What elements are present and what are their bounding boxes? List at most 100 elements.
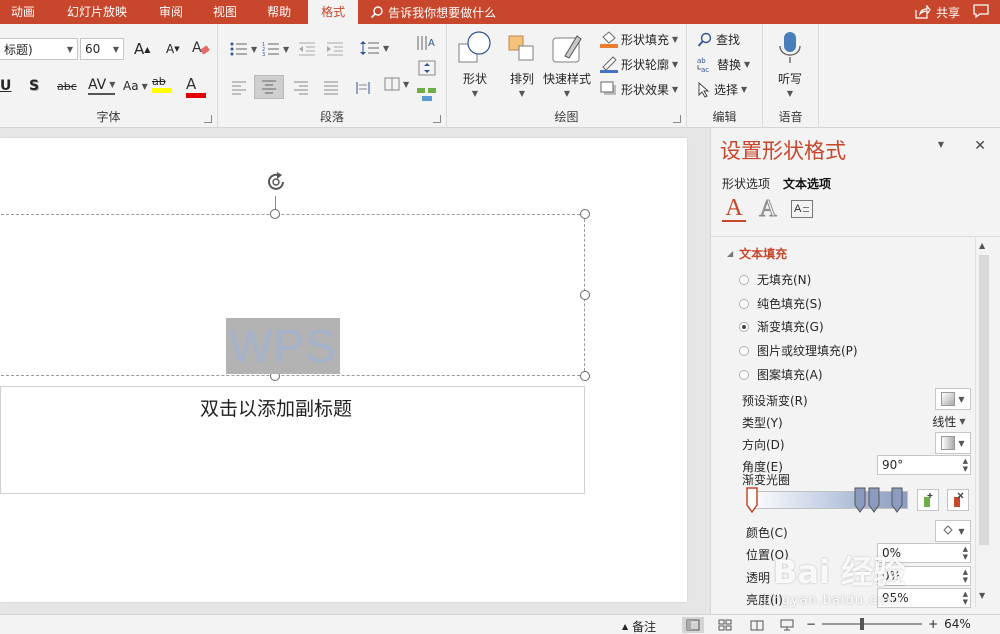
- shape-outline-button[interactable]: 形状轮廓 ▼: [599, 55, 678, 73]
- zoom-in-icon[interactable]: +: [928, 617, 938, 631]
- change-case-button[interactable]: Aa ▼: [123, 79, 148, 93]
- notes-button[interactable]: ▲ 备注: [622, 618, 656, 634]
- comments-button[interactable]: [972, 3, 990, 22]
- increase-indent-button[interactable]: [326, 42, 344, 56]
- resize-handle-top-middle[interactable]: [270, 209, 280, 219]
- gradient-stop-bar[interactable]: [748, 491, 908, 509]
- paragraph-dialog-launcher-icon[interactable]: [433, 115, 441, 123]
- tab-format[interactable]: 格式: [308, 0, 359, 24]
- shape-fill-button[interactable]: 形状填充 ▼: [599, 30, 678, 48]
- radio-pattern-fill[interactable]: 图案填充(A): [739, 366, 823, 383]
- zoom-out-icon[interactable]: −: [806, 617, 816, 631]
- replace-button[interactable]: ab ac 替换 ▼: [697, 56, 750, 73]
- radio-circle[interactable]: [739, 274, 749, 285]
- text-effects-icon[interactable]: A: [756, 195, 780, 222]
- bullets-button[interactable]: ▼: [230, 42, 257, 56]
- character-spacing-button[interactable]: AV ▼: [88, 77, 116, 95]
- spin-arrows-icon[interactable]: ▲ ▼: [963, 457, 968, 473]
- grow-font-button[interactable]: A ▲: [134, 40, 150, 58]
- share-button[interactable]: 共享: [915, 0, 960, 24]
- direction-dropdown[interactable]: ▼: [935, 432, 971, 454]
- radio-picture-fill[interactable]: 图片或纹理填充(P): [739, 342, 858, 359]
- distributed-button[interactable]: [352, 77, 374, 99]
- radio-circle-checked[interactable]: [739, 321, 749, 332]
- arrange-button[interactable]: 排列 ▼: [505, 30, 539, 98]
- convert-smartart-button[interactable]: [416, 86, 438, 102]
- shapes-button[interactable]: 形状 ▼: [457, 30, 493, 98]
- spin-arrows-icon[interactable]: ▲ ▼: [963, 545, 968, 561]
- font-name-select[interactable]: 标题) ▼: [0, 38, 78, 60]
- spin-arrows-icon[interactable]: ▲ ▼: [963, 568, 968, 584]
- columns-button[interactable]: ▼: [384, 77, 409, 91]
- slideshow-view-button[interactable]: [776, 617, 798, 633]
- gradient-stop[interactable]: [854, 487, 866, 513]
- preset-gradient-dropdown[interactable]: ▼: [935, 388, 971, 410]
- text-shadow-button[interactable]: S: [29, 78, 39, 94]
- align-right-button[interactable]: [290, 77, 312, 99]
- decrease-indent-button[interactable]: [298, 42, 316, 56]
- slide-sorter-view-button[interactable]: [714, 617, 736, 633]
- align-left-button[interactable]: [228, 77, 250, 99]
- tab-animations[interactable]: 动画: [0, 0, 46, 24]
- pane-scroll-area[interactable]: ◢ 文本填充 无填充(N) 纯色填充(S) 渐变填充(G) 图片或纹理填充(P)…: [711, 236, 1000, 614]
- resize-handle-middle-right[interactable]: [580, 290, 590, 300]
- gradient-stop-selected[interactable]: [746, 487, 758, 513]
- radio-gradient-fill[interactable]: 渐变填充(G): [739, 318, 824, 335]
- tab-help[interactable]: 帮助: [256, 0, 302, 24]
- text-fill-outline-icon[interactable]: A: [722, 195, 746, 222]
- drawing-dialog-launcher-icon[interactable]: [673, 115, 681, 123]
- spin-arrows-icon[interactable]: ▲ ▼: [963, 590, 968, 606]
- underline-button[interactable]: U: [0, 78, 11, 94]
- scroll-down-icon[interactable]: ▼: [979, 591, 985, 600]
- scrollbar-thumb[interactable]: [979, 255, 989, 545]
- font-color-button[interactable]: A: [186, 75, 206, 98]
- radio-no-fill[interactable]: 无填充(N): [739, 271, 811, 288]
- tab-review[interactable]: 审阅: [148, 0, 194, 24]
- highlight-color-button[interactable]: ab: [152, 75, 172, 93]
- align-text-button[interactable]: [418, 60, 436, 76]
- text-direction-button[interactable]: A: [416, 34, 438, 52]
- gradient-stop[interactable]: [868, 487, 880, 513]
- reading-view-button[interactable]: [746, 617, 768, 633]
- wps-title-text-box[interactable]: WPS: [226, 318, 340, 374]
- pane-scrollbar[interactable]: ▲ ▼: [975, 237, 992, 607]
- quick-styles-button[interactable]: 快速样式 ▼: [543, 30, 591, 98]
- radio-circle[interactable]: [739, 345, 749, 356]
- strikethrough-button[interactable]: abc: [57, 80, 77, 93]
- subtitle-placeholder-text[interactable]: 双击以添加副标题: [0, 394, 552, 421]
- line-spacing-button[interactable]: ▼: [360, 40, 389, 56]
- justify-button[interactable]: [320, 77, 342, 99]
- font-size-select[interactable]: 60 ▼: [80, 38, 124, 60]
- resize-handle-top-right[interactable]: [580, 209, 590, 219]
- pane-options-chevron-icon[interactable]: ▼: [938, 140, 944, 149]
- zoom-level[interactable]: 64%: [944, 617, 971, 631]
- wps-title-text[interactable]: WPS: [229, 319, 337, 373]
- slide-canvas[interactable]: 双击以添加副标题 WPS: [0, 128, 710, 614]
- text-fill-section-header[interactable]: ◢ 文本填充: [727, 245, 787, 262]
- zoom-slider-thumb[interactable]: [860, 618, 865, 630]
- radio-circle[interactable]: [739, 369, 749, 380]
- zoom-slider[interactable]: [822, 618, 923, 630]
- tab-text-options[interactable]: 文本选项: [783, 175, 831, 192]
- font-dialog-launcher-icon[interactable]: [204, 115, 212, 123]
- angle-input[interactable]: 90° ▲ ▼: [877, 455, 971, 475]
- tab-slideshow[interactable]: 幻灯片放映: [56, 0, 138, 24]
- find-button[interactable]: 查找: [697, 31, 740, 48]
- add-gradient-stop-button[interactable]: [917, 489, 939, 511]
- tab-view[interactable]: 视图: [202, 0, 248, 24]
- rotate-handle[interactable]: [264, 170, 288, 197]
- radio-circle[interactable]: [739, 298, 749, 309]
- remove-gradient-stop-button[interactable]: [947, 489, 969, 511]
- select-button[interactable]: 选择 ▼: [697, 81, 747, 98]
- numbering-button[interactable]: 1 2 3 ▼: [262, 42, 289, 56]
- color-picker-dropdown[interactable]: ▼: [935, 520, 971, 542]
- normal-view-button[interactable]: [682, 617, 704, 633]
- close-icon[interactable]: ✕: [974, 138, 986, 154]
- scroll-up-icon[interactable]: ▲: [979, 241, 985, 250]
- dictate-button[interactable]: 听写 ▼: [777, 30, 803, 98]
- clear-formatting-button[interactable]: A: [192, 39, 210, 57]
- shape-effects-button[interactable]: 形状效果 ▼: [599, 80, 678, 98]
- tell-me-search[interactable]: 告诉我你想要做什么: [370, 0, 496, 24]
- slide[interactable]: 双击以添加副标题 WPS: [0, 138, 687, 602]
- radio-solid-fill[interactable]: 纯色填充(S): [739, 295, 822, 312]
